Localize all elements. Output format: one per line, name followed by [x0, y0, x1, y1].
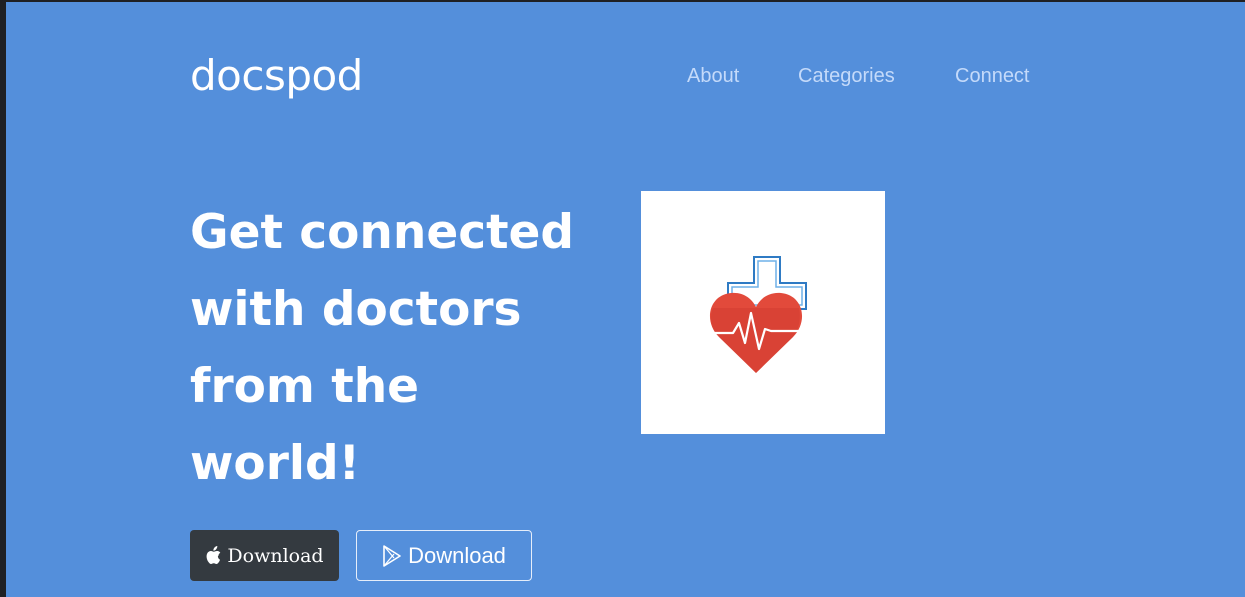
- apple-icon: [205, 546, 221, 565]
- nav-about[interactable]: About: [687, 62, 739, 90]
- headline-line-3: from the: [190, 359, 420, 414]
- apple-download-label: Download: [227, 544, 324, 567]
- nav-categories[interactable]: Categories: [798, 62, 895, 90]
- headline-line-1: Get connected: [190, 205, 575, 260]
- headline-line-2: with doctors: [190, 282, 522, 337]
- google-play-download-button[interactable]: Download: [356, 530, 532, 581]
- google-play-download-label: Download: [408, 542, 506, 568]
- hero-image: [641, 191, 885, 434]
- play-store-icon: [382, 544, 402, 567]
- main-nav: About Categories Connect: [6, 62, 1245, 90]
- heart-cross-icon: [709, 256, 807, 373]
- apple-download-button[interactable]: Download: [190, 530, 339, 581]
- nav-connect[interactable]: Connect: [955, 62, 1030, 90]
- headline-line-4: world!: [190, 436, 361, 491]
- hero-headline: Get connected with doctors from the worl…: [190, 194, 630, 502]
- landing-page: docspod About Categories Connect Get con…: [6, 2, 1245, 597]
